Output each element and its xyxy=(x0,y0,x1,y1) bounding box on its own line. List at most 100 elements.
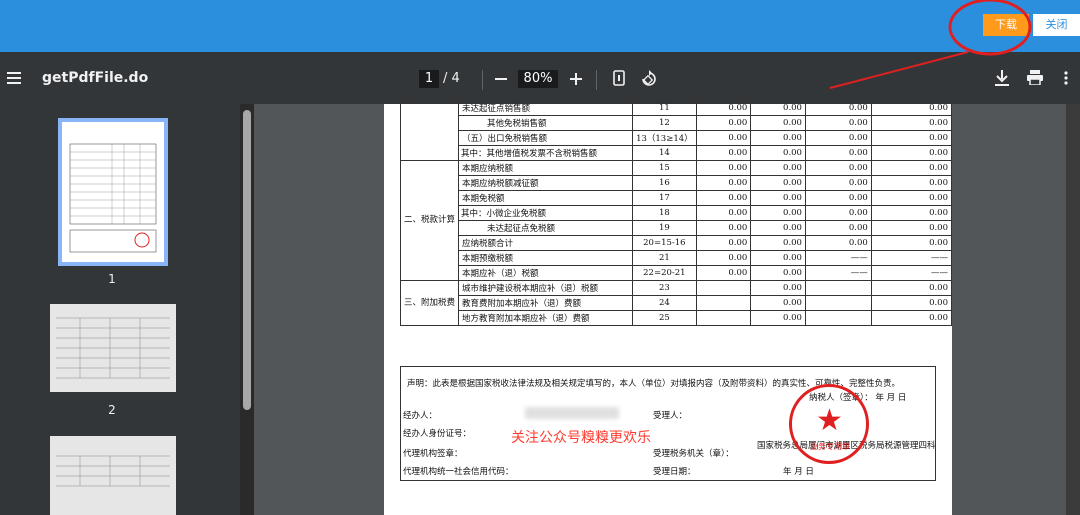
row-index: 25 xyxy=(632,310,697,326)
table-row: 本期应补（退）税额 22=20-21 0.00 0.00 —— —— xyxy=(401,265,953,281)
page-thumbnail-2[interactable] xyxy=(50,304,176,392)
cell-value: 0.00 xyxy=(750,220,806,236)
watermark-text: 关注公众号糗糗更欢乐 xyxy=(511,430,651,446)
redacted-name xyxy=(525,407,619,419)
table-row: 其他免税销售额 12 0.00 0.00 0.00 0.00 xyxy=(401,115,953,131)
cell-value xyxy=(804,310,872,326)
table-row: 本期应纳税额减征额 16 0.00 0.00 0.00 0.00 xyxy=(401,175,953,191)
zoom-out-icon[interactable] xyxy=(495,78,507,80)
cell-value: 0.00 xyxy=(750,130,806,146)
table-row: 三、附加税费 城市维护建设税本期应补（退）税额 23 0.00 0.00 xyxy=(399,280,953,326)
table-row: 未达起征点销售额 11 0.00 0.00 0.00 0.00 xyxy=(399,100,953,161)
cell-value: 0.00 xyxy=(695,205,752,221)
tax-table: 未达起征点销售额 11 0.00 0.00 0.00 0.00 其他免税销售额 12 0.00 0… xyxy=(399,100,953,326)
cell-value: 0.00 xyxy=(870,130,953,146)
row-name: 城市维护建设税本期应补（退）税额 xyxy=(458,280,634,296)
cell-value: 0.00 xyxy=(870,295,953,311)
pdf-toolbar: getPdfFile.do 1 / 4 80% xyxy=(0,52,1080,104)
cell-value: 0.00 xyxy=(870,235,953,251)
cell-value: 0.00 xyxy=(750,145,806,161)
page-thumbnail-2-label: 2 xyxy=(108,403,116,417)
zoom-in-icon[interactable] xyxy=(570,73,582,85)
cell-value: 0.00 xyxy=(750,115,806,131)
section-header xyxy=(399,100,460,161)
cell-value: 0.00 xyxy=(750,235,806,251)
row-name: 本期应纳税额减征额 xyxy=(458,175,634,191)
row-index: 23 xyxy=(632,280,697,296)
cell-value: 0.00 xyxy=(695,220,752,236)
fit-page-icon[interactable] xyxy=(613,70,625,86)
page-thumbnail-content xyxy=(56,317,170,379)
cell-value: 0.00 xyxy=(870,220,953,236)
cell-value: —— xyxy=(870,265,953,281)
row-name: 其中：其他增值税发票不含税销售额 xyxy=(458,145,634,161)
row-name: 本期应补（退）税额 xyxy=(458,265,634,281)
cell-value: —— xyxy=(804,250,872,266)
zoom-level-input[interactable]: 80% xyxy=(518,70,558,88)
row-name: 地方教育附加本期应补（退）费额 xyxy=(458,310,634,326)
row-index: 14 xyxy=(632,145,697,161)
page-thumbnail-1[interactable] xyxy=(58,118,168,266)
agency-seal-label: 代理机构签章： xyxy=(403,449,463,459)
row-index: 16 xyxy=(632,175,697,191)
cell-value: 0.00 xyxy=(695,100,752,116)
menu-icon[interactable] xyxy=(7,72,21,84)
cell-value xyxy=(695,310,752,326)
cell-value: 0.00 xyxy=(695,265,752,281)
cell-value: 0.00 xyxy=(695,190,752,206)
row-name: （五）出口免税销售额 xyxy=(458,130,634,146)
agency-code-label: 代理机构统一社会信用代码： xyxy=(403,467,514,477)
cell-value: 0.00 xyxy=(804,205,872,221)
row-name: 本期预缴税额 xyxy=(458,250,634,266)
page-thumbnail-content xyxy=(56,455,170,487)
document-viewport: 未达起征点销售额 11 0.00 0.00 0.00 0.00 其他免税销售额 12 0.00 0… xyxy=(254,100,1080,515)
agent-label: 经办人： xyxy=(403,411,438,421)
cell-value: 0.00 xyxy=(804,115,872,131)
row-index: 13（13≥14） xyxy=(632,130,697,146)
print-icon[interactable] xyxy=(1027,70,1043,85)
row-index: 17 xyxy=(632,190,697,206)
receive-date-parts: 年 月 日 xyxy=(783,467,814,477)
cell-value: 0.00 xyxy=(695,235,752,251)
toolbar-divider xyxy=(596,70,597,90)
page-number-input[interactable]: 1 xyxy=(419,70,439,88)
cell-value: 0.00 xyxy=(804,175,872,191)
pdf-page: 未达起征点销售额 11 0.00 0.00 0.00 0.00 其他免税销售额 12 0.00 0… xyxy=(384,100,953,515)
page-separator: / xyxy=(443,71,448,86)
row-index: 18 xyxy=(632,205,697,221)
page-thumbnail-3[interactable] xyxy=(50,436,176,515)
cell-value: 0.00 xyxy=(804,235,872,251)
cell-value: 0.00 xyxy=(695,115,752,131)
close-button[interactable]: 关闭 xyxy=(1033,14,1080,36)
download-button[interactable]: 下载 xyxy=(983,14,1029,36)
document-scrollbar[interactable] xyxy=(1066,104,1080,515)
cell-value: 0.00 xyxy=(804,220,872,236)
row-name: 其中：小微企业免税额 xyxy=(458,205,634,221)
row-name: 未达起征点免税额 xyxy=(458,220,634,236)
row-index: 22=20-21 xyxy=(632,265,697,281)
table-row: 本期预缴税额 21 0.00 0.00 —— —— xyxy=(401,250,953,266)
cell-value xyxy=(695,280,752,296)
cell-value: 0.00 xyxy=(750,160,806,176)
agent-id-label: 经办人身份证号： xyxy=(403,429,472,439)
cell-value xyxy=(804,295,872,311)
cell-value: 0.00 xyxy=(750,310,806,326)
more-options-icon[interactable] xyxy=(1064,71,1068,85)
cell-value: 0.00 xyxy=(804,160,872,176)
cell-value: 0.00 xyxy=(750,205,806,221)
download-icon[interactable] xyxy=(995,70,1009,86)
row-index: 12 xyxy=(632,115,697,131)
cell-value: 0.00 xyxy=(870,100,953,116)
top-header-bar: 下载 关闭 xyxy=(0,0,1080,52)
row-index: 15 xyxy=(632,160,697,176)
seal-star-icon: ★ xyxy=(816,403,843,438)
cell-value: 0.00 xyxy=(870,115,953,131)
cell-value: 0.00 xyxy=(695,175,752,191)
document-title: getPdfFile.do xyxy=(42,70,149,86)
row-index: 19 xyxy=(632,220,697,236)
rotate-icon[interactable] xyxy=(640,70,657,87)
row-index: 21 xyxy=(632,250,697,266)
row-index: 11 xyxy=(632,100,697,116)
table-row: 本期免税额 17 0.00 0.00 0.00 0.00 xyxy=(401,190,953,206)
sidebar-scrollbar-thumb[interactable] xyxy=(243,110,251,410)
